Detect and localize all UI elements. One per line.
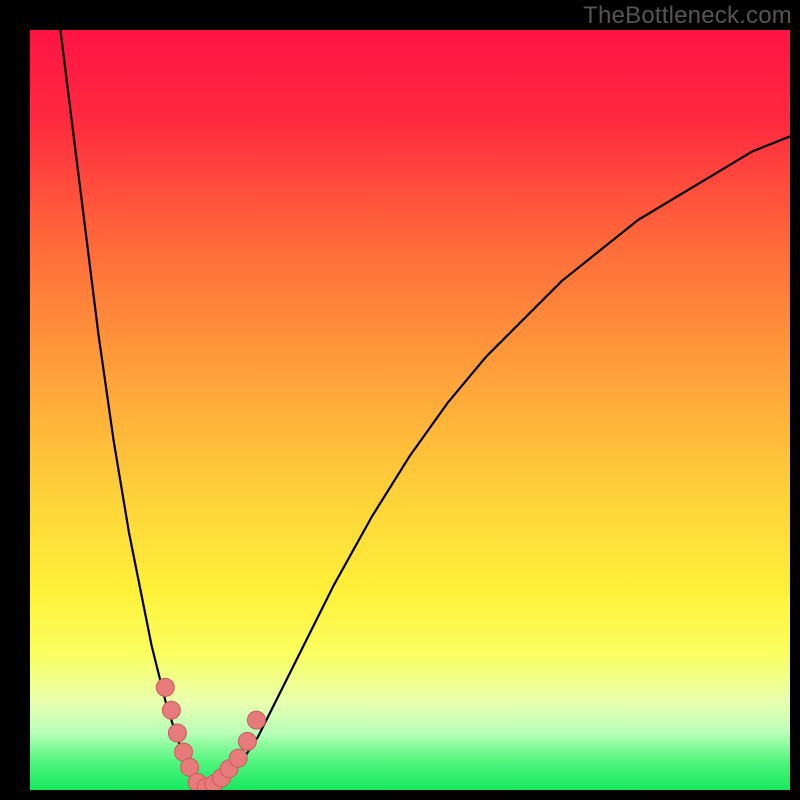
gradient-background [30, 30, 790, 790]
watermark-text: TheBottleneck.com [583, 2, 792, 30]
chart-frame: TheBottleneck.com [0, 0, 800, 800]
chart-svg [30, 30, 790, 790]
plot-area [30, 30, 790, 790]
marker-point [162, 701, 180, 719]
marker-point [168, 724, 186, 742]
marker-point [238, 732, 256, 750]
marker-point [229, 749, 247, 767]
marker-point [247, 711, 265, 729]
marker-point [156, 678, 174, 696]
